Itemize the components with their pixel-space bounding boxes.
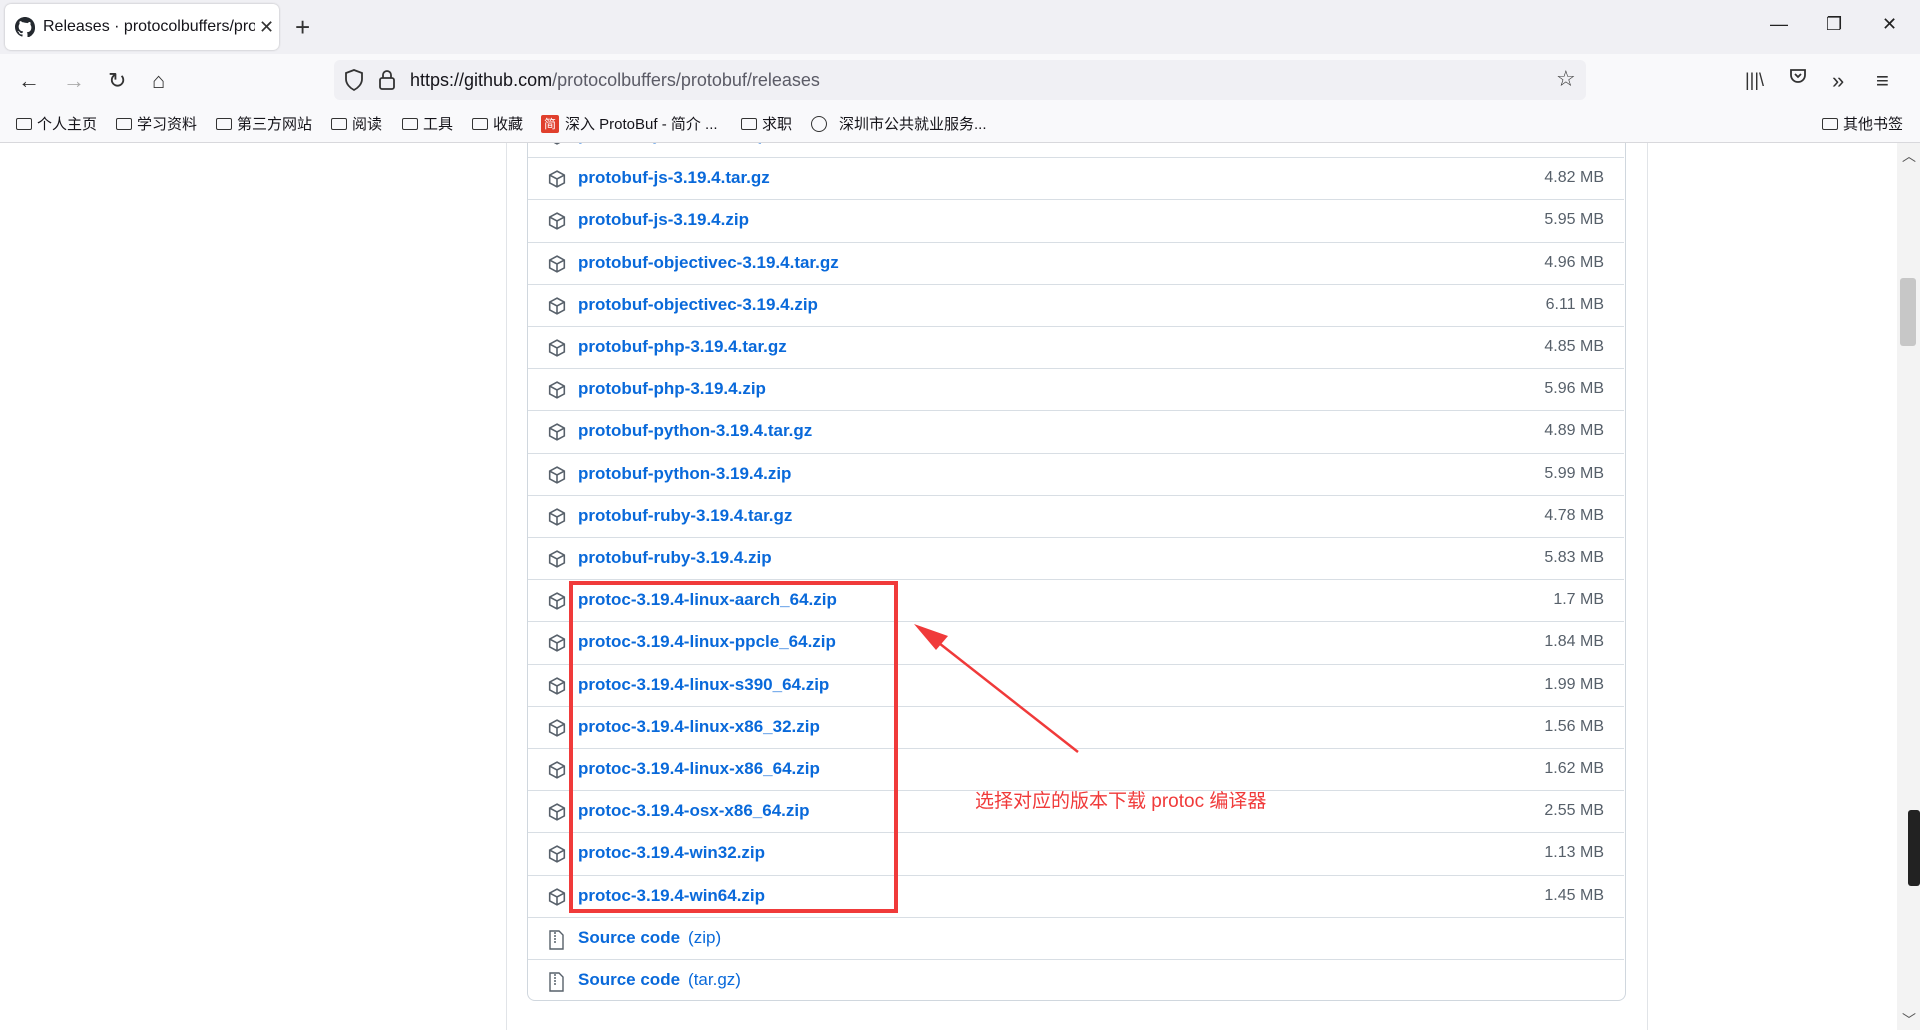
annotation-text: 选择对应的版本下载 protoc 编译器 bbox=[975, 791, 1267, 812]
annotation-arrow bbox=[914, 624, 1079, 753]
